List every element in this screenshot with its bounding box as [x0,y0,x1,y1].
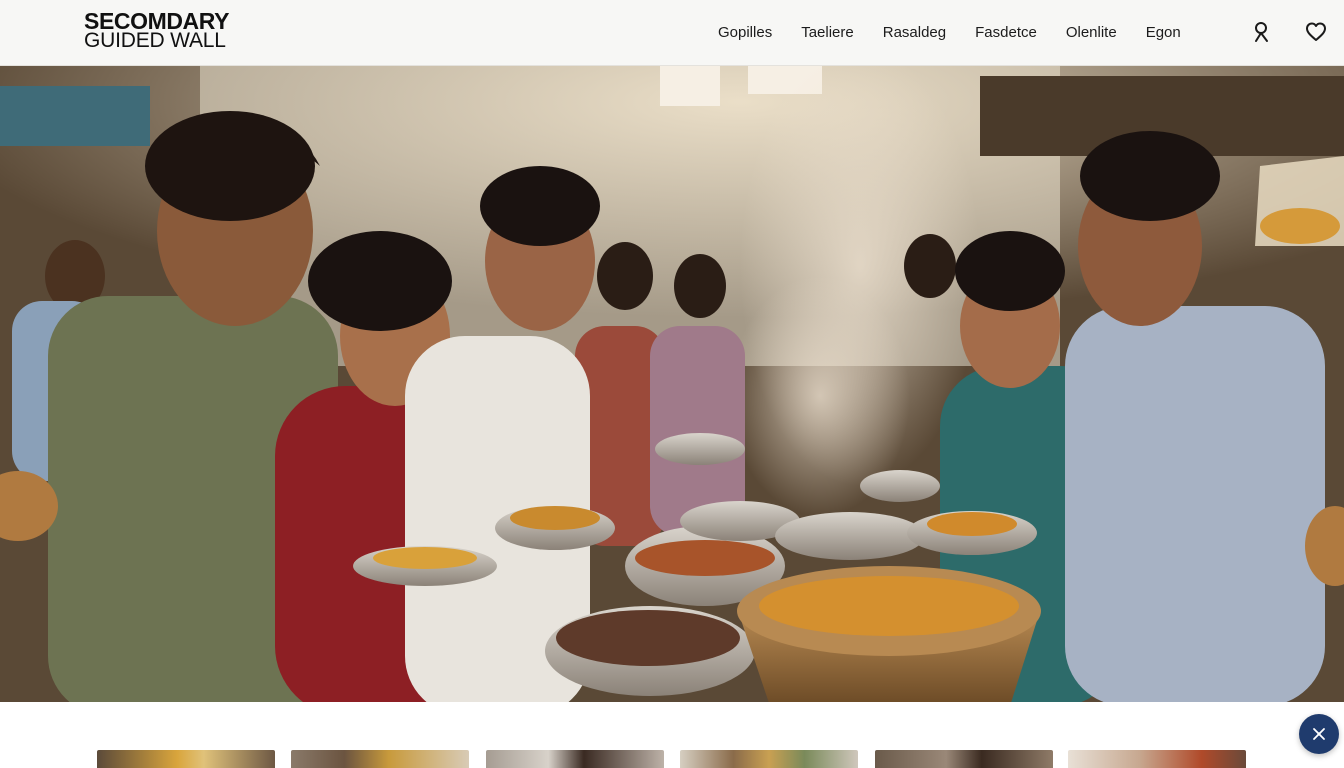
main-nav: Gopilles Taeliere Rasaldeg Fasdetce Olen… [700,22,1181,42]
thumbnail-3[interactable] [486,750,664,768]
nav-item-olenlite[interactable]: Olenlite [1066,24,1117,41]
nav-item-rasaldeg[interactable]: Rasaldeg [883,24,946,41]
thumbnail-5[interactable] [875,750,1053,768]
search-icon [1255,22,1268,42]
hero-image [0,66,1344,702]
logo-line-2: GUIDED WALL [84,29,226,52]
logo-line-1: SECOMDARY [84,8,230,34]
heart-icon [1306,22,1326,41]
nav-item-fasdetce[interactable]: Fasdetce [975,24,1037,41]
sparkle-close-icon [1313,728,1325,740]
search-button[interactable] [1249,19,1275,45]
site-header: SECOMDARY GUIDED WALL Gopilles Taeliere … [0,0,1344,66]
street-food-scene [0,66,1344,702]
thumbnail-strip [0,702,1344,768]
thumbnail-4[interactable] [680,750,858,768]
nav-item-egon[interactable]: Egon [1146,24,1181,41]
favorites-button[interactable] [1303,19,1329,45]
assistant-button[interactable] [1299,714,1339,754]
thumbnail-6[interactable] [1068,750,1246,768]
thumbnail-2[interactable] [291,750,469,768]
nav-item-taeliere[interactable]: Taeliere [801,24,854,41]
nav-item-gopilles[interactable]: Gopilles [718,24,772,41]
thumbnail-1[interactable] [97,750,275,768]
site-logo[interactable]: SECOMDARY GUIDED WALL [84,8,230,52]
